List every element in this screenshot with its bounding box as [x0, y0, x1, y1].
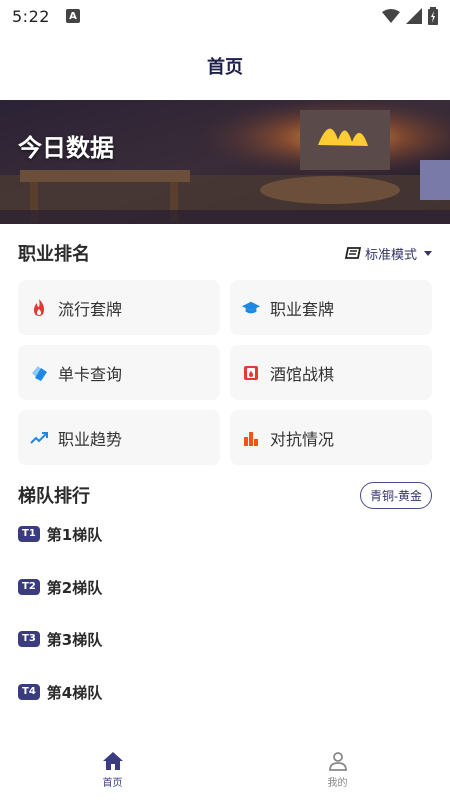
- tier-label: 第4梯队: [46, 683, 103, 702]
- tier-badge: T1: [18, 526, 40, 542]
- tier-label: 第1梯队: [46, 526, 103, 544]
- chevron-down-icon: [424, 250, 432, 256]
- tier-badge: T4: [18, 683, 40, 700]
- user-icon: [328, 752, 347, 771]
- card-class-decks[interactable]: 职业套牌: [230, 280, 432, 335]
- tier-item-2[interactable]: T2 第2梯队: [18, 561, 432, 614]
- nav-home[interactable]: 首页: [0, 740, 225, 800]
- page-title: 首页: [207, 57, 243, 78]
- section-title-class-ranking: 职业排名: [18, 244, 90, 265]
- card-single-card-search[interactable]: 单卡查询: [18, 345, 220, 400]
- bottom-nav: 首页 我的: [0, 740, 450, 800]
- wifi-icon: [382, 9, 400, 23]
- tier-badge: T3: [18, 631, 40, 647]
- tier-ranking-header: 梯队排行 青铜-黄金: [18, 480, 432, 510]
- status-bar: 5:22 A: [0, 0, 450, 32]
- nav-label-mine: 我的: [327, 778, 348, 789]
- signal-icon: [406, 8, 422, 24]
- status-icons: [382, 7, 438, 25]
- tavern-icon: [242, 364, 260, 382]
- tier-item-3[interactable]: T3 第3梯队: [18, 613, 432, 666]
- card-label: 流行套牌: [58, 299, 123, 319]
- rank-range-button[interactable]: 青铜-黄金: [360, 481, 432, 509]
- card-label: 职业趋势: [58, 429, 123, 449]
- graduation-cap-icon: [242, 299, 260, 317]
- notification-icon: A: [65, 9, 80, 23]
- section-title-tier-ranking: 梯队排行: [18, 486, 90, 507]
- class-ranking-header: 职业排名 标准模式: [18, 240, 432, 266]
- card-label: 对抗情况: [270, 429, 335, 449]
- tier-badge: T2: [18, 578, 40, 595]
- status-time: 5:22: [12, 6, 50, 26]
- nav-label-home: 首页: [102, 778, 123, 789]
- card-class-trends[interactable]: 职业趋势: [18, 410, 220, 465]
- app-header: 首页: [0, 32, 450, 100]
- trend-up-icon: [30, 429, 48, 447]
- feature-grid: 流行套牌 职业套牌 单卡查询 酒馆战棋 职业趋势 对抗情况: [18, 280, 432, 465]
- home-icon: [102, 752, 123, 770]
- card-label: 单卡查询: [58, 364, 123, 384]
- tier-list: T1 第1梯队 T2 第2梯队 T3 第3梯队 T4 第4梯队: [18, 508, 432, 718]
- book-icon: [344, 247, 361, 259]
- card-popular-decks[interactable]: 流行套牌: [18, 280, 220, 335]
- banner-title: 今日数据: [18, 134, 114, 162]
- mode-label: 标准模式: [364, 247, 417, 263]
- card-battlegrounds[interactable]: 酒馆战棋: [230, 345, 432, 400]
- card-matchups[interactable]: 对抗情况: [230, 410, 432, 465]
- tier-label: 第2梯队: [46, 578, 103, 597]
- cards-icon: [30, 364, 48, 382]
- tier-item-1[interactable]: T1 第1梯队: [18, 508, 432, 561]
- nav-mine[interactable]: 我的: [225, 740, 450, 800]
- tier-label: 第3梯队: [46, 631, 103, 649]
- today-data-banner[interactable]: 今日数据: [0, 100, 450, 224]
- bar-chart-icon: [242, 429, 260, 447]
- card-label: 职业套牌: [270, 299, 335, 319]
- battery-icon: [428, 7, 438, 25]
- tier-item-4[interactable]: T4 第4梯队: [18, 666, 432, 719]
- mode-dropdown[interactable]: 标准模式: [344, 244, 432, 263]
- card-label: 酒馆战棋: [270, 364, 335, 384]
- fire-icon: [30, 298, 48, 317]
